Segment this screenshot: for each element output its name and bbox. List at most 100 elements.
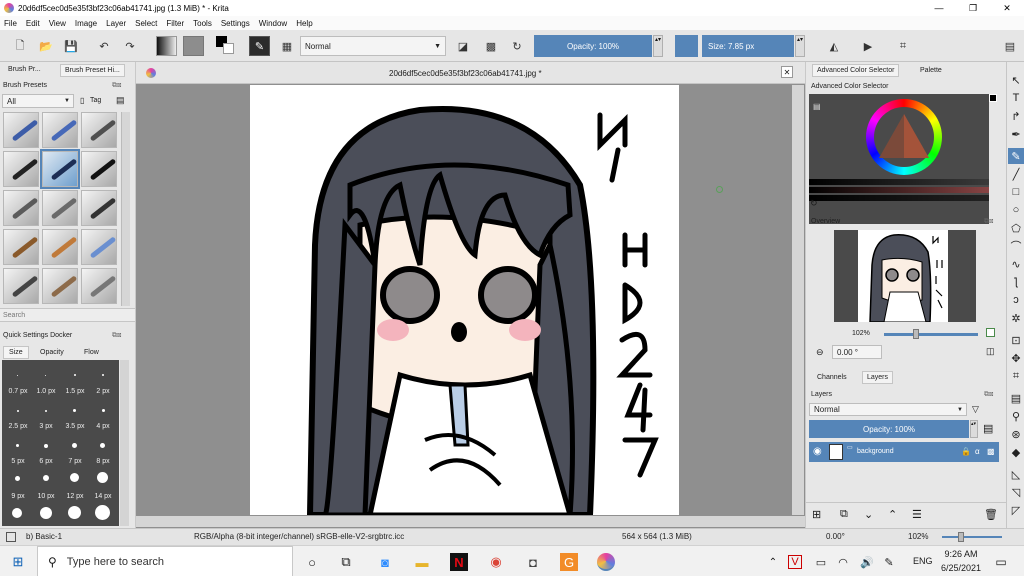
add-layer-icon[interactable]: ⊞ [812,508,821,521]
krita-taskbar-icon[interactable] [597,553,615,571]
ellipse-tool-icon[interactable]: ○ [1008,202,1024,218]
size-spin-icon[interactable]: ▴▾ [795,35,805,57]
tab-size[interactable]: Size [3,346,29,359]
redo-icon[interactable]: ↷ [122,38,138,54]
menu-select[interactable]: Select [135,19,157,28]
bezier-tool-icon[interactable]: ∿ [1008,256,1024,272]
menu-edit[interactable]: Edit [26,19,40,28]
notifications-icon[interactable]: ▭ [992,553,1010,571]
brush-tool-icon[interactable]: ✎ [1008,148,1024,164]
size-option[interactable]: 1.0 px [30,388,62,395]
brush-preset-tile[interactable] [3,151,39,187]
drawing-canvas[interactable] [250,85,679,515]
float-close-icon[interactable]: ⧉⊠ [112,332,121,340]
move-tool-icon[interactable]: ✥ [1008,350,1024,366]
polyline-tool-icon[interactable]: ⌒ [1008,238,1024,254]
crop-tool-icon[interactable]: ⌗ [1008,368,1024,384]
brush-preset-tile[interactable] [42,268,78,304]
mirror-view-icon[interactable]: ◫ [986,346,995,357]
fill-tool-icon[interactable]: ◆ [1008,444,1024,460]
zoom-status-handle[interactable] [958,532,964,542]
layer-blend-mode-select[interactable]: Normal ▼ [809,403,967,416]
layer-row-background[interactable]: ◉ ▭ background 🔒 α ▩ [809,442,999,462]
tag-icon[interactable]: ▯ [80,96,84,105]
overview-preview[interactable] [834,230,976,322]
multibrush-icon[interactable]: ✲ [1008,310,1024,326]
text-tool-icon[interactable]: T [1008,90,1024,106]
refresh-icon[interactable]: ↻ [810,198,818,209]
battery-icon[interactable]: ▭ [812,553,830,571]
wifi-icon[interactable]: ◠ [834,553,852,571]
brush-filter-select[interactable]: All ▼ [2,94,74,108]
brush-preset-tile[interactable] [3,112,39,148]
brush-preset-tile-selected[interactable] [40,149,80,189]
minimize-button[interactable]: — [922,0,956,16]
lightness-slider[interactable] [809,195,989,201]
lock-icon[interactable]: 🔒 [961,447,971,456]
document-tab-title[interactable]: 20d6df5cec0d5e35f3bf23c06ab41741.jpg * [389,69,542,78]
brush-preset-tile[interactable] [81,229,117,265]
brush-preset-tile[interactable] [42,112,78,148]
camera-icon[interactable]: ◘ [524,553,542,571]
eraser-icon[interactable]: ◪ [455,38,471,54]
gradient-tool-icon[interactable]: ▤ [1008,390,1024,406]
maximize-button[interactable]: ❐ [956,0,990,16]
tab-brush-presets[interactable]: Brush Pr... [8,66,41,73]
flow-swatch[interactable] [675,35,698,57]
brush-preset-icon[interactable]: ✎ [249,36,270,56]
inherit-alpha-icon[interactable]: ▩ [987,447,995,456]
color-selector-area[interactable]: ▤ [809,94,997,224]
opacity-spin-icon[interactable]: ▴▾ [653,35,663,57]
clock-date[interactable]: 6/25/2021 [938,563,984,573]
dynamic-brush-icon[interactable]: ↄ [1008,292,1024,308]
pattern-swatch[interactable] [183,36,204,56]
rectangle-tool-icon[interactable]: □ [1008,184,1024,200]
brush-preset-tile[interactable] [81,151,117,187]
rotation-input[interactable]: 0.00 ° [832,345,882,359]
move-up-icon[interactable]: ⌃ [888,508,897,521]
volume-icon[interactable]: 🔊 [858,553,876,571]
color-picker-icon[interactable]: ⚲ [1008,408,1024,424]
vivaldi-tray-icon[interactable]: V [788,555,802,569]
gradient-swatch[interactable] [156,36,177,56]
tab-flow[interactable]: Flow [84,349,99,356]
save-icon[interactable]: 💾 [63,38,79,54]
select-tool-icon[interactable]: ↖ [1008,72,1024,88]
show-hidden-icons-icon[interactable]: ⌃ [764,553,782,571]
saturation-triangle[interactable] [877,112,931,162]
polygon-tool-icon[interactable]: ⬠ [1008,220,1024,236]
pen-icon[interactable]: ✎ [880,553,898,571]
reload-preset-icon[interactable]: ↻ [509,38,525,54]
canvas-area[interactable]: 20d6df5cec0d5e35f3bf23c06ab41741.jpg * ✕ [136,62,805,528]
tab-brush-preset-history[interactable]: Brush Preset Hi... [60,64,125,77]
file-explorer-icon[interactable]: ▬ [413,553,431,571]
netflix-icon[interactable]: N [450,553,468,571]
reference-tool-icon[interactable]: ◸ [1008,502,1024,518]
zoom-status-slider[interactable] [942,536,1002,538]
close-document-icon[interactable]: ✕ [781,66,793,78]
tab-advanced-color-selector[interactable]: Advanced Color Selector [812,64,900,77]
layer-properties-icon[interactable]: ▤ [983,422,993,435]
current-color-swatch[interactable] [989,94,997,102]
size-option[interactable]: 2 px [87,388,119,395]
menu-help[interactable]: Help [296,19,312,28]
float-close-icon[interactable]: ⧉⊠ [984,218,993,226]
assistant-tool-icon[interactable]: ◺ [1008,466,1024,482]
value-slider[interactable] [809,179,989,185]
menu-filter[interactable]: Filter [166,19,184,28]
layer-opacity-spin-icon[interactable]: ▴▾ [970,420,978,438]
brush-preset-tile[interactable] [42,229,78,265]
cortana-icon[interactable]: ○ [303,553,321,571]
mirror-vertical-icon[interactable]: ▶ [860,38,876,54]
fit-view-icon[interactable] [986,328,995,337]
canvas-vertical-scrollbar[interactable] [792,85,804,515]
rotate-icon[interactable]: ⊖ [816,347,824,358]
tab-opacity[interactable]: Opacity [40,349,64,356]
transform-tool-icon[interactable]: ⊡ [1008,332,1024,348]
tab-channels[interactable]: Channels [817,374,847,381]
zoom-slider-handle[interactable] [913,329,919,339]
brush-preset-tile[interactable] [81,268,117,304]
undo-icon[interactable]: ↶ [96,38,112,54]
view-options-icon[interactable]: ▤ [116,95,125,106]
settings-menu-icon[interactable]: ▤ [813,102,821,111]
